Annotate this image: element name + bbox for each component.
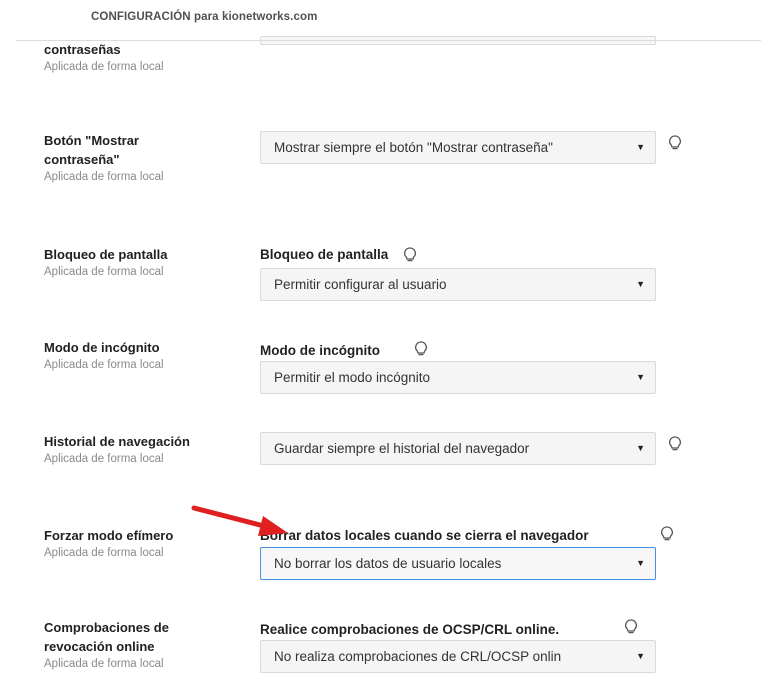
select-value: Mostrar siempre el botón "Mostrar contra… — [274, 140, 553, 155]
setting-label: Botón "Mostrar contraseña" Aplicada de f… — [44, 131, 244, 186]
select-value: Guardar siempre el historial del navegad… — [274, 441, 530, 456]
setting-label-text: Comprobaciones de revocación online — [44, 620, 169, 654]
setting-scope: Aplicada de forma local — [44, 359, 164, 371]
setting-scope: Aplicada de forma local — [44, 547, 164, 559]
header-divider — [16, 40, 761, 41]
chevron-down-icon: ▼ — [636, 651, 645, 661]
lightbulb-icon[interactable] — [668, 436, 682, 452]
select-value: No realiza comprobaciones de CRL/OCSP on… — [274, 649, 562, 664]
screen-lock-select[interactable]: Permitir configurar al usuario ▼ — [260, 268, 656, 301]
setting-label: Historial de navegación Aplicada de form… — [44, 432, 244, 468]
setting-label: contraseñas Aplicada de forma local — [44, 40, 244, 76]
control-title: Borrar datos locales cuando se cierra el… — [260, 528, 589, 543]
setting-label-text: Modo de incógnito — [44, 340, 160, 355]
annotation-arrow-icon — [191, 505, 288, 536]
control-title: Realice comprobaciones de OCSP/CRL onlin… — [260, 622, 560, 637]
setting-scope: Aplicada de forma local — [44, 453, 164, 465]
lightbulb-icon[interactable] — [668, 135, 682, 151]
select-value: No borrar los datos de usuario locales — [274, 556, 502, 571]
setting-label: Bloqueo de pantalla Aplicada de forma lo… — [44, 245, 244, 281]
select-value: Permitir configurar al usuario — [274, 277, 447, 292]
revocation-select[interactable]: No realiza comprobaciones de CRL/OCSP on… — [260, 640, 656, 673]
setting-label-text: Historial de navegación — [44, 434, 190, 449]
chevron-down-icon: ▼ — [636, 142, 645, 152]
settings-header: CONFIGURACIÓN para kionetworks.com — [0, 0, 761, 40]
control-title: Bloqueo de pantalla — [260, 247, 389, 262]
chevron-down-icon: ▼ — [636, 372, 645, 382]
control-title: Modo de incógnito — [260, 343, 380, 358]
history-select[interactable]: Guardar siempre el historial del navegad… — [260, 432, 656, 465]
chevron-down-icon: ▼ — [636, 443, 645, 453]
lightbulb-icon[interactable] — [624, 619, 638, 635]
page-title: CONFIGURACIÓN para kionetworks.com — [91, 11, 318, 23]
lightbulb-icon[interactable] — [414, 341, 428, 357]
setting-scope: Aplicada de forma local — [44, 266, 164, 278]
lightbulb-icon[interactable] — [660, 526, 674, 542]
setting-scope: Aplicada de forma local — [44, 171, 164, 183]
setting-label: Comprobaciones de revocación online Apli… — [44, 618, 214, 673]
setting-label-text: Bloqueo de pantalla — [44, 247, 168, 262]
incognito-select[interactable]: Permitir el modo incógnito ▼ — [260, 361, 656, 394]
setting-label: Modo de incógnito Aplicada de forma loca… — [44, 338, 244, 374]
ephemeral-select[interactable]: No borrar los datos de usuario locales ▼ — [260, 547, 656, 580]
setting-scope: Aplicada de forma local — [44, 61, 164, 73]
select-value: Permitir el modo incógnito — [274, 370, 431, 385]
lightbulb-icon[interactable] — [403, 247, 417, 263]
chevron-down-icon: ▼ — [636, 558, 645, 568]
setting-label-text: contraseñas — [44, 42, 121, 57]
chevron-down-icon: ▼ — [636, 279, 645, 289]
setting-scope: Aplicada de forma local — [44, 658, 164, 670]
setting-label-text: Botón "Mostrar contraseña" — [44, 133, 139, 167]
show-password-select[interactable]: Mostrar siempre el botón "Mostrar contra… — [260, 131, 656, 164]
